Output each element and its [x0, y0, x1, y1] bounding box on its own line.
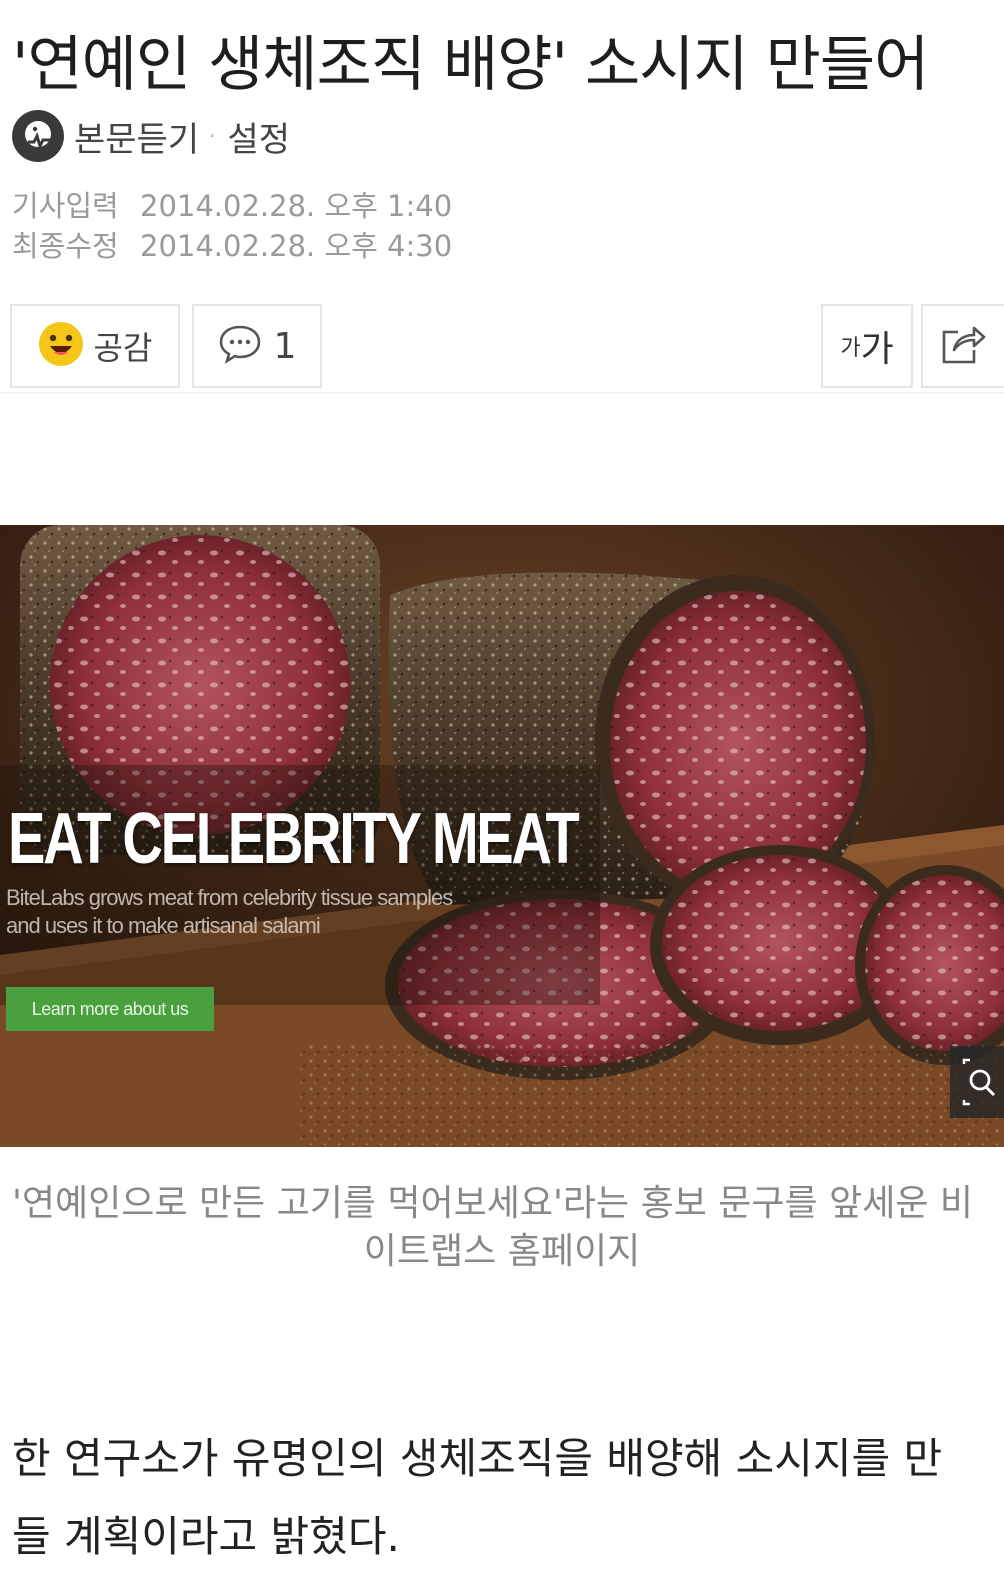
smile-emoji-icon [38, 321, 84, 371]
font-size-large-label: 가 [860, 329, 894, 370]
text-to-speech-icon[interactable] [12, 110, 64, 162]
body-line1: 한 연구소가 유명인의 생체조직을 배양해 소시지를 만 [12, 1434, 943, 1483]
modified-value: 2014.02.28. 오후 4:30 [140, 229, 453, 263]
settings-link[interactable]: 설정 [227, 112, 290, 161]
published-label: 기사입력 [12, 189, 119, 223]
photo-caption: '연예인으로 만든 고기를 먹어보세요'라는 홍보 문구를 앞세운 비 이트랩스… [0, 1180, 1004, 1276]
caption-line2: 이트랩스 홈페이지 [363, 1231, 641, 1272]
like-label: 공감 [93, 329, 153, 367]
article-headline: '연예인 생체조직 배양' 소시지 만들어 [12, 30, 929, 100]
like-button[interactable]: 공감 [10, 304, 180, 388]
font-size-button[interactable]: 가가 [821, 304, 913, 388]
photo-subtitle-line1: BiteLabs grows meat from celebrity tissu… [6, 885, 453, 910]
comment-count: 1 [273, 325, 297, 367]
learn-more-button: Learn more about us [6, 987, 214, 1031]
article-photo[interactable]: EAT CELEBRITY MEAT BiteLabs grows meat f… [0, 525, 1004, 1147]
photo-subtitle-line2: and uses it to make artisanal salami [6, 913, 321, 938]
published-date-row: 기사입력 2014.02.28. 오후 1:40 [12, 186, 452, 226]
comment-button[interactable]: 1 [192, 304, 322, 388]
share-icon [938, 322, 986, 370]
photo-subtitle: BiteLabs grows meat from celebrity tissu… [6, 884, 566, 940]
modified-label: 최종수정 [12, 229, 119, 263]
listen-button[interactable]: 본문듣기 [74, 112, 199, 161]
photo-zoom-button[interactable] [950, 1046, 1004, 1118]
share-button[interactable] [921, 304, 1004, 388]
listen-row: 본문듣기 · 설정 [12, 108, 290, 164]
article-body: 한 연구소가 유명인의 생체조직을 배양해 소시지를 만 들 계획이라고 밝혔다… [12, 1420, 1004, 1576]
caption-line1: '연예인으로 만든 고기를 먹어보세요'라는 홍보 문구를 앞세운 비 [12, 1183, 974, 1224]
body-line2: 들 계획이라고 밝혔다. [12, 1512, 400, 1561]
article-dates: 기사입력 2014.02.28. 오후 1:40 최종수정 2014.02.28… [12, 186, 452, 266]
separator-dot: · [209, 124, 216, 148]
toolbar-divider [0, 392, 1004, 394]
font-size-small-label: 가 [840, 336, 861, 361]
published-value: 2014.02.28. 오후 1:40 [140, 189, 453, 223]
modified-date-row: 최종수정 2014.02.28. 오후 4:30 [12, 226, 452, 266]
photo-headline-text: EAT CELEBRITY MEAT [8, 799, 580, 879]
zoom-icon [960, 1058, 1000, 1106]
speech-bubble-icon [218, 323, 262, 369]
